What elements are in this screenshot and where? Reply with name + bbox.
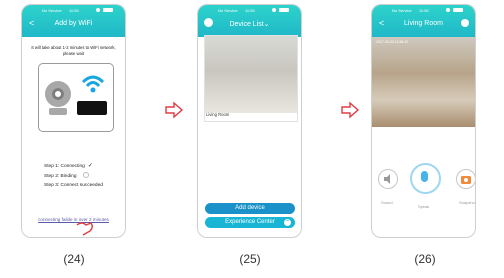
battery-icon bbox=[279, 8, 289, 12]
arrow-icon bbox=[165, 101, 184, 119]
dropdown-icon: ⌄ bbox=[263, 21, 270, 28]
battery-icon bbox=[453, 8, 463, 12]
page-title: Living Room bbox=[404, 20, 443, 27]
wifi-icon bbox=[81, 75, 105, 93]
pairing-illustration bbox=[38, 63, 114, 132]
status-bar: No Service 11:50 bbox=[22, 5, 125, 15]
room-thumbnail bbox=[205, 36, 297, 113]
phone-live-view: No Service 11:50 < Living Room 2017-03-0… bbox=[371, 4, 476, 238]
speak-button[interactable] bbox=[410, 163, 441, 194]
phone-add-by-wifi: No Service 11:50 < Add by WiFi It will t… bbox=[21, 4, 126, 238]
page-title: Add by WiFi bbox=[54, 20, 93, 27]
page-title-text: Device List bbox=[229, 21, 264, 28]
step-3: Step 3: Connect succeeded bbox=[44, 181, 103, 191]
camera-icon bbox=[45, 81, 71, 107]
experience-center-label: Experience Center bbox=[225, 219, 275, 225]
step-2: Step 2: Binding bbox=[44, 172, 103, 182]
snapshot-button[interactable] bbox=[456, 169, 475, 189]
step-3-label: Step 3: Connect succeeded bbox=[44, 183, 103, 188]
sound-button[interactable] bbox=[378, 169, 398, 189]
time-text: 11:50 bbox=[419, 8, 429, 13]
loading-icon bbox=[82, 172, 89, 179]
arrow-icon bbox=[341, 101, 360, 119]
add-device-button[interactable]: Add device bbox=[205, 203, 295, 214]
camera-base-icon bbox=[49, 108, 67, 115]
tap-hand-icon bbox=[76, 222, 93, 236]
camera-icon bbox=[461, 176, 471, 184]
wait-message: It will take about 1-2 minutes to WiFi n… bbox=[31, 45, 116, 56]
router-icon bbox=[77, 101, 107, 115]
status-bar: No Service 11:50 bbox=[372, 5, 475, 15]
video-timestamp: 2017-03-03 11:56:12 bbox=[376, 40, 409, 44]
speaker-icon bbox=[384, 174, 390, 184]
carrier-text: No Service bbox=[42, 8, 62, 13]
page-title[interactable]: Device List⌄ bbox=[198, 20, 301, 28]
carrier-text: No Service bbox=[392, 8, 412, 13]
minus-icon: − bbox=[284, 218, 291, 226]
step-1-label: Step 1: Connecting bbox=[44, 164, 85, 169]
device-name: Living Room bbox=[206, 112, 230, 117]
settings-gear-icon[interactable] bbox=[461, 19, 469, 27]
sound-label: Sound bbox=[381, 200, 393, 205]
speak-label: Speak bbox=[418, 204, 430, 209]
step-2-label: Step 2: Binding bbox=[44, 173, 77, 179]
signal-icon bbox=[272, 8, 276, 12]
step-1: Step 1: Connecting ✓ bbox=[44, 162, 103, 172]
caption-26: (26) bbox=[414, 252, 436, 266]
caption-25: (25) bbox=[239, 252, 261, 266]
device-card[interactable] bbox=[204, 35, 298, 122]
caption-24: (24) bbox=[63, 252, 85, 266]
battery-icon bbox=[103, 8, 113, 12]
check-icon: ✓ bbox=[87, 163, 93, 169]
carrier-text: No Service bbox=[218, 8, 238, 13]
signal-icon bbox=[96, 8, 100, 12]
snapshot-label: Snapshot bbox=[459, 200, 476, 205]
status-bar: No Service 11:50 bbox=[198, 5, 301, 15]
phone-device-list: No Service 11:50 Device List⌄ Living Roo… bbox=[197, 4, 302, 238]
time-text: 11:50 bbox=[69, 8, 79, 13]
time-text: 11:50 bbox=[245, 8, 255, 13]
step-list: Step 1: Connecting ✓ Step 2: Binding Step… bbox=[44, 162, 103, 191]
signal-icon bbox=[446, 8, 450, 12]
live-video[interactable]: 2017-03-03 11:56:12 bbox=[372, 37, 475, 127]
experience-center-button[interactable]: Experience Center − bbox=[205, 217, 295, 228]
